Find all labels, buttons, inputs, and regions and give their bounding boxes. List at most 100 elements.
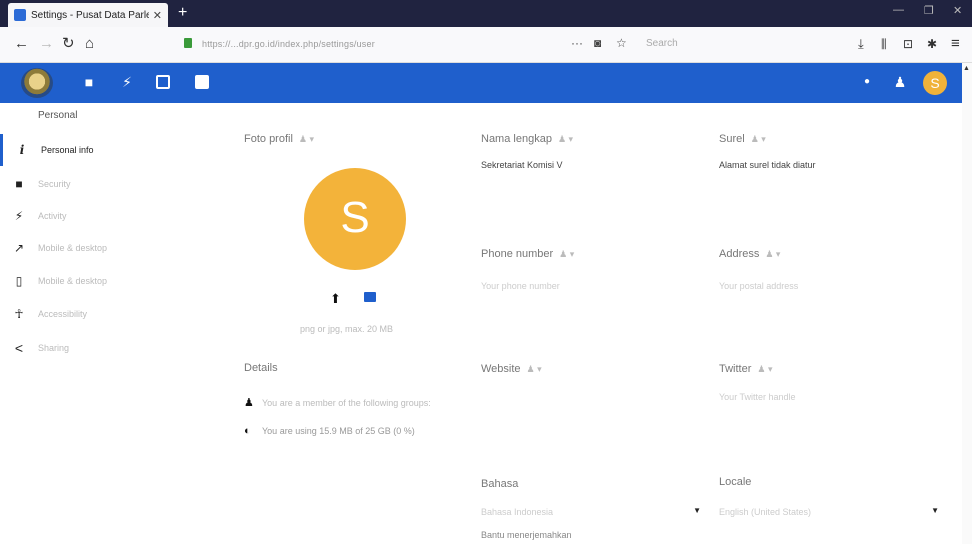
visibility-lock-icon[interactable]: ♟ ▾	[558, 134, 573, 144]
forward-icon[interactable]: →	[39, 36, 54, 52]
user-avatar-menu[interactable]: S	[923, 71, 947, 95]
quota-row: ◐ You are using 15.9 MB of 25 GB (0 %)	[244, 425, 415, 437]
language-value: Bahasa Indonesia	[481, 507, 554, 517]
profile-picture-heading: Foto profil ♟ ▾	[244, 133, 314, 145]
quota-pie-icon: ◐	[244, 425, 251, 437]
chevron-down-icon: ▼	[931, 506, 939, 515]
back-icon[interactable]: ←	[14, 36, 29, 52]
close-window-icon[interactable]: ✕	[953, 4, 962, 17]
twitter-input[interactable]: Your Twitter handle	[719, 392, 796, 402]
files-folder-icon[interactable]: ■	[82, 75, 96, 89]
fullname-label: Nama lengkap	[481, 133, 552, 145]
website-heading: Website ♟ ▾	[481, 363, 542, 375]
visibility-lock-icon[interactable]: ♟ ▾	[559, 249, 574, 259]
locale-select[interactable]: English (United States) ▼	[719, 500, 939, 524]
browser-titlebar: Settings - Pusat Data Parlemen ✕ + — ❐ ✕	[0, 0, 972, 27]
home-icon[interactable]: ⌂	[85, 36, 94, 52]
sidebar-item-personal-info[interactable]: i Personal info	[0, 134, 200, 166]
avatar-hint: png or jpg, max. 20 MB	[300, 324, 394, 334]
minimize-icon[interactable]: —	[893, 4, 904, 16]
page-actions-icon[interactable]: ···	[571, 36, 583, 50]
website-label: Website	[481, 363, 521, 375]
details-heading: Details	[244, 362, 278, 374]
email-heading: Surel ♟ ▾	[719, 133, 766, 145]
address-heading: Address ♟ ▾	[719, 248, 780, 260]
reload-icon[interactable]: ↻	[62, 36, 75, 52]
tab-title: Settings - Pusat Data Parlemen	[31, 9, 149, 21]
twitter-label: Twitter	[719, 363, 752, 375]
visibility-lock-icon[interactable]: ♟ ▾	[299, 134, 314, 144]
phone-input[interactable]: Your phone number	[481, 281, 560, 291]
user-icon: ♟	[244, 397, 254, 409]
twitter-heading: Twitter ♟ ▾	[719, 363, 773, 375]
chevron-down-icon: ▼	[693, 506, 701, 515]
sidebar-item-label: Activity	[38, 211, 67, 221]
browser-navbar: ← → ↻ ⌂ https://...dpr.go.id/index.php/s…	[0, 27, 972, 63]
pocket-icon[interactable]: ◙	[594, 36, 601, 50]
sidebar-item-sharing[interactable]: < Sharing	[0, 332, 200, 364]
settings-sidebar: Personal i Personal info ■ Security ⚡ Ac…	[0, 103, 220, 544]
address-input[interactable]: Your postal address	[719, 281, 798, 291]
email-input[interactable]: Alamat surel tidak diatur	[719, 160, 816, 170]
bookmark-star-icon[interactable]: ☆	[616, 36, 627, 50]
email-label: Surel	[719, 133, 745, 145]
browser-tab[interactable]: Settings - Pusat Data Parlemen ✕	[8, 3, 168, 27]
sidebar-item-label: Mobile & desktop	[38, 276, 108, 286]
locale-value: English (United States)	[719, 507, 812, 517]
fullname-heading: Nama lengkap ♟ ▾	[481, 133, 573, 145]
avatar-letter: S	[930, 75, 940, 91]
lock-icon	[184, 38, 192, 48]
choose-from-files-icon[interactable]	[364, 292, 376, 302]
visibility-lock-icon[interactable]: ♟ ▾	[751, 134, 766, 144]
sidebar-item-accessibility[interactable]: ☥ Accessibility	[0, 298, 200, 330]
phone-heading: Phone number ♟ ▾	[481, 248, 574, 260]
notes-icon[interactable]	[195, 75, 209, 89]
upload-icon[interactable]: ⬆	[330, 291, 341, 307]
phone-icon: ▯	[15, 274, 23, 288]
groups-row: ♟ You are a member of the following grou…	[244, 396, 431, 409]
menu-icon[interactable]: ≡	[951, 36, 960, 52]
gallery-icon[interactable]	[156, 75, 170, 89]
language-heading: Bahasa	[481, 478, 519, 490]
page-scrollbar[interactable]: ▲	[962, 63, 972, 544]
sidebar-item-activity[interactable]: ⚡ Activity	[0, 200, 200, 232]
scroll-up-icon[interactable]: ▲	[963, 65, 970, 72]
notifications-icon[interactable]: ●	[860, 75, 874, 89]
sidebar-section-title: Personal	[38, 110, 78, 121]
close-tab-icon[interactable]: ✕	[153, 9, 162, 22]
sidebar-item-label: Accessibility	[38, 309, 88, 319]
sidebar-item-label: Security	[38, 179, 71, 189]
locale-heading: Locale	[719, 476, 752, 488]
sidebar-item-label: Mobile & desktop	[38, 243, 108, 253]
library-icon[interactable]: ⫼	[881, 36, 887, 52]
extension-icon[interactable]: ✱	[927, 36, 937, 52]
bolt-icon: ⚡	[14, 209, 24, 223]
search-input[interactable]: Search	[646, 38, 678, 49]
sidebar-item-external[interactable]: ↗ Mobile & desktop	[0, 232, 200, 264]
sidebar-item-security[interactable]: ■ Security	[0, 168, 200, 200]
new-tab-button[interactable]: +	[178, 4, 187, 22]
url-bar[interactable]: https://...dpr.go.id/index.php/settings/…	[176, 33, 856, 57]
address-label: Address	[719, 248, 760, 260]
activity-bolt-icon[interactable]: ⚡	[120, 75, 134, 89]
visibility-lock-icon[interactable]: ♟ ▾	[765, 249, 780, 259]
restore-icon[interactable]: ❐	[924, 4, 934, 17]
visibility-lock-icon[interactable]: ♟ ▾	[757, 364, 772, 374]
sidebar-item-mobile[interactable]: ▯ Mobile & desktop	[0, 265, 200, 297]
download-icon[interactable]: ⤓	[858, 36, 864, 52]
sidebar-item-label: Sharing	[38, 343, 70, 353]
profile-picture-label: Foto profil	[244, 133, 293, 145]
lock-icon: ■	[15, 177, 23, 191]
fullname-input[interactable]: Sekretariat Komisi V	[481, 160, 563, 170]
visibility-lock-icon[interactable]: ♟ ▾	[527, 364, 542, 374]
reader-icon[interactable]: ⊡	[903, 36, 913, 52]
contacts-icon[interactable]: ♟	[893, 75, 907, 89]
url-text[interactable]: https://...dpr.go.id/index.php/settings/…	[202, 39, 375, 49]
dpr-logo[interactable]	[21, 68, 53, 98]
help-translate-link[interactable]: Bantu menerjemahkan	[481, 530, 572, 540]
external-link-icon: ↗	[13, 241, 25, 255]
accessibility-icon: ☥	[14, 307, 24, 321]
app-header: ■ ⚡ ● ♟ S	[0, 63, 972, 103]
language-select[interactable]: Bahasa Indonesia ▼	[481, 500, 701, 524]
avatar-letter: S	[340, 193, 370, 242]
